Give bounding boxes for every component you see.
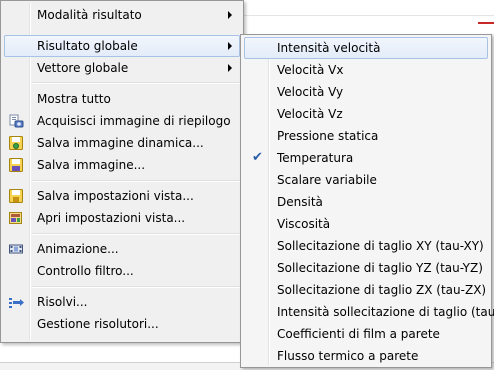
context-menu: Modalità risultato Risultato globale Vet… [0, 0, 244, 343]
menu-item-salva-impostazioni-vista[interactable]: Salva impostazioni vista... [4, 185, 240, 207]
film-icon [9, 244, 23, 254]
menu-item-mostra-tutto[interactable]: Mostra tutto [4, 88, 240, 110]
menu-item-salva-immagine-dinamica[interactable]: Salva immagine dinamica... [4, 132, 240, 154]
submenu-item-velocita-vy[interactable]: Velocità Vy [244, 81, 488, 103]
menu-item-label: Acquisisci immagine di riepilogo [37, 114, 231, 128]
menu-item-label: Animazione... [37, 242, 119, 256]
save-view-settings-icon [9, 189, 23, 203]
menu-item-label: Velocità Vx [277, 63, 344, 77]
menu-item-label: Vettore globale [37, 61, 129, 75]
menu-item-label: Salva immagine dinamica... [37, 136, 204, 150]
submenu-item-tau-zx[interactable]: Sollecitazione di taglio ZX (tau-ZX) [244, 279, 488, 301]
open-view-settings-icon [9, 212, 22, 224]
menu-item-label: Velocità Vz [277, 107, 343, 121]
menu-separator [32, 180, 240, 182]
menu-item-gestione-risolutori[interactable]: Gestione risolutori... [4, 313, 240, 335]
submenu-item-viscosita[interactable]: Viscosità [244, 213, 488, 235]
background-divider [238, 15, 494, 16]
menu-item-label: Densità [277, 195, 323, 209]
checkmark-icon: ✔ [252, 150, 263, 165]
menu-item-controllo-filtro[interactable]: Controllo filtro... [4, 260, 240, 282]
menu-item-label: Salva impostazioni vista... [37, 189, 194, 203]
menu-item-label: Gestione risolutori... [37, 317, 159, 331]
menu-item-acquisisci-immagine[interactable]: Acquisisci immagine di riepilogo [4, 110, 240, 132]
menu-separator [32, 233, 240, 235]
menu-item-label: Risolvi... [37, 295, 88, 309]
menu-item-label: Sollecitazione di taglio XY (tau-XY) [277, 239, 484, 253]
submenu-item-velocita-vx[interactable]: Velocità Vx [244, 59, 488, 81]
solve-icon [9, 298, 24, 308]
menu-item-vettore-globale[interactable]: Vettore globale [4, 57, 240, 79]
menu-item-salva-immagine[interactable]: Salva immagine... [4, 154, 240, 176]
menu-item-modalita-risultato[interactable]: Modalità risultato [4, 4, 240, 26]
submenu-item-pressione-statica[interactable]: Pressione statica [244, 125, 488, 147]
menu-separator [32, 286, 240, 288]
menu-item-risultato-globale[interactable]: Risultato globale [4, 35, 240, 57]
menu-item-label: Sollecitazione di taglio ZX (tau-ZX) [277, 283, 487, 297]
submenu-item-tau-xy[interactable]: Sollecitazione di taglio XY (tau-XY) [244, 235, 488, 257]
menu-item-label: Flusso termico a parete [277, 349, 419, 363]
menu-item-label: Pressione statica [277, 129, 379, 143]
submenu-arrow-icon [228, 11, 232, 19]
submenu-item-coefficienti-film[interactable]: Coefficienti di film a parete [244, 323, 488, 345]
submenu-item-temperatura[interactable]: ✔ Temperatura [244, 147, 488, 169]
menu-item-label: Modalità risultato [37, 8, 142, 22]
menu-item-animazione[interactable]: Animazione... [4, 238, 240, 260]
submenu-risultato-globale: Intensità velocità Velocità Vx Velocità … [240, 34, 494, 368]
menu-item-label: Intensità sollecitazione di taglio (tau) [277, 305, 494, 319]
menu-item-label: Controllo filtro... [37, 264, 134, 278]
menu-item-label: Viscosità [277, 217, 331, 231]
menu-item-label: Apri impostazioni vista... [37, 211, 186, 225]
submenu-item-tau-yz[interactable]: Sollecitazione di taglio YZ (tau-YZ) [244, 257, 488, 279]
menu-item-label: Scalare variabile [277, 173, 377, 187]
save-image-icon [9, 158, 23, 172]
menu-item-label: Risultato globale [37, 39, 138, 53]
background-accent-line [478, 22, 494, 24]
menu-item-risolvi[interactable]: Risolvi... [4, 291, 240, 313]
save-dynamic-image-icon [9, 136, 23, 150]
menu-item-label: Sollecitazione di taglio YZ (tau-YZ) [277, 261, 483, 275]
submenu-item-flusso-termico[interactable]: Flusso termico a parete [244, 345, 488, 367]
submenu-item-densita[interactable]: Densità [244, 191, 488, 213]
menu-item-label: Temperatura [277, 151, 354, 165]
submenu-item-velocita-vz[interactable]: Velocità Vz [244, 103, 488, 125]
submenu-arrow-icon [228, 64, 232, 72]
menu-item-label: Velocità Vy [277, 85, 344, 99]
menu-item-label: Mostra tutto [37, 92, 111, 106]
submenu-item-intensita-tau[interactable]: Intensità sollecitazione di taglio (tau) [244, 301, 494, 323]
submenu-arrow-icon [228, 42, 232, 50]
capture-summary-icon [9, 114, 24, 128]
menu-item-label: Salva immagine... [37, 158, 146, 172]
menu-separator [32, 82, 240, 84]
submenu-item-scalare-variabile[interactable]: Scalare variabile [244, 169, 488, 191]
menu-item-label: Intensità velocità [277, 41, 381, 55]
menu-item-apri-impostazioni-vista[interactable]: Apri impostazioni vista... [4, 207, 240, 229]
menu-item-label: Coefficienti di film a parete [277, 327, 440, 341]
submenu-item-intensita-velocita[interactable]: Intensità velocità [244, 37, 488, 59]
